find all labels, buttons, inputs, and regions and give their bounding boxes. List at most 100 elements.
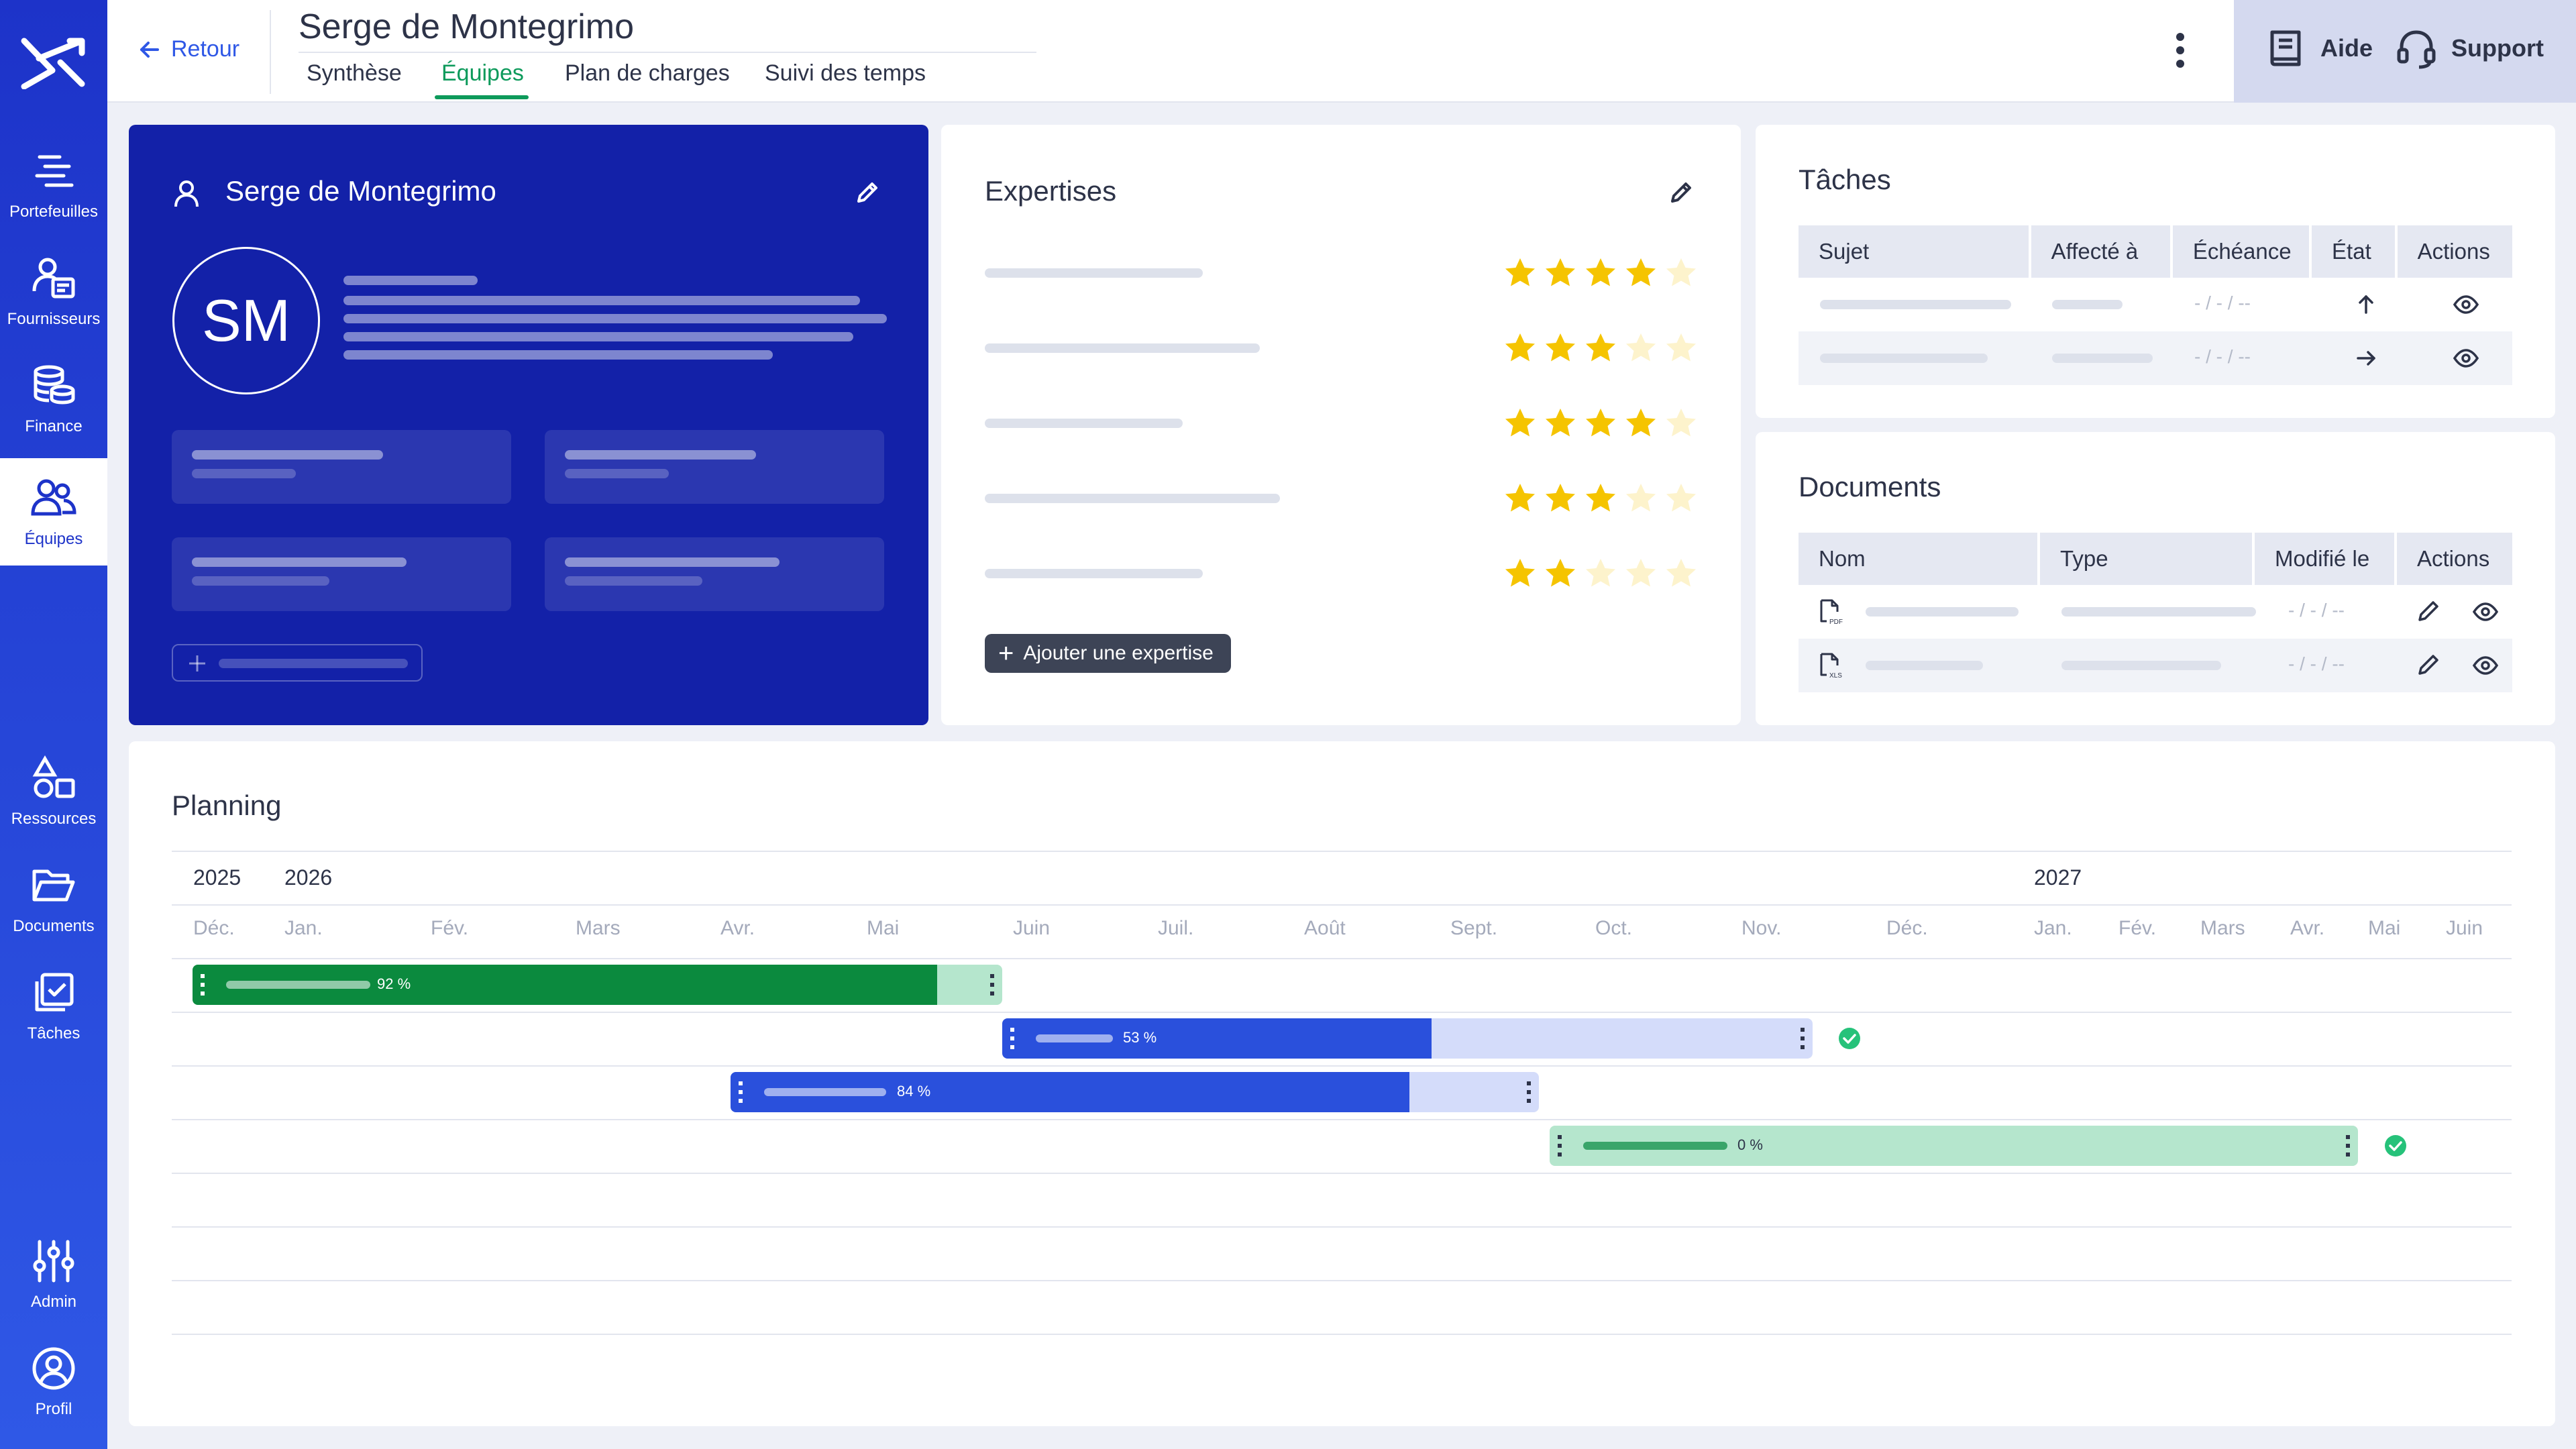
month-label: Sept. <box>1450 917 1498 939</box>
star-filled-icon[interactable] <box>1584 482 1617 515</box>
view-icon[interactable] <box>2472 652 2499 679</box>
column-header-actions[interactable]: Actions <box>2397 225 2512 278</box>
app-logo[interactable] <box>0 0 107 124</box>
add-expertise-button[interactable]: + Ajouter une expertise <box>985 634 1231 673</box>
rating-stars[interactable] <box>1503 331 1705 365</box>
column-header-modifie[interactable]: Modifié le <box>2255 533 2394 585</box>
column-header-affecte[interactable]: Affecté à <box>2031 225 2170 278</box>
star-filled-icon[interactable] <box>1544 407 1577 440</box>
star-empty-icon[interactable] <box>1624 482 1658 515</box>
gantt-bar-end-handle[interactable] <box>1527 1081 1531 1103</box>
star-filled-icon[interactable] <box>1503 557 1537 590</box>
star-empty-icon[interactable] <box>1664 256 1698 290</box>
sidebar-item-label: Fournisseurs <box>7 310 101 328</box>
month-label: Juin <box>1013 917 1051 939</box>
view-icon[interactable] <box>2453 291 2479 318</box>
gantt-bar-start-handle[interactable] <box>201 974 205 996</box>
star-filled-icon[interactable] <box>1584 407 1617 440</box>
tab-equipes[interactable]: Équipes <box>441 60 524 87</box>
month-label: Avr. <box>720 917 755 939</box>
rating-stars[interactable] <box>1503 557 1705 590</box>
star-empty-icon[interactable] <box>1624 557 1658 590</box>
tab-synthese[interactable]: Synthèse <box>307 60 402 87</box>
column-header-type[interactable]: Type <box>2040 533 2252 585</box>
profile-field-box <box>545 537 884 611</box>
star-filled-icon[interactable] <box>1503 256 1537 290</box>
gantt-bar[interactable]: 92 % <box>193 965 1002 1005</box>
star-filled-icon[interactable] <box>1584 331 1617 365</box>
task-due-date: - / - / -- <box>2194 346 2251 367</box>
tab-plan-de-charges[interactable]: Plan de charges <box>565 60 730 87</box>
support-button[interactable]: Support <box>2395 27 2544 70</box>
star-filled-icon[interactable] <box>1503 331 1537 365</box>
column-header-actions[interactable]: Actions <box>2397 533 2512 585</box>
rating-stars[interactable] <box>1503 256 1705 290</box>
pdf-file-icon: PDF <box>1820 599 1843 625</box>
gantt-bar[interactable]: 0 % <box>1550 1126 2358 1166</box>
gantt-bar[interactable]: 53 % <box>1002 1018 1813 1059</box>
star-filled-icon[interactable] <box>1544 557 1577 590</box>
sidebar-item-finance[interactable]: Finance <box>0 345 107 453</box>
star-filled-icon[interactable] <box>1624 256 1658 290</box>
sidebar-item-taches[interactable]: Tâches <box>0 953 107 1060</box>
more-options-icon[interactable] <box>2167 30 2194 70</box>
column-header-echeance[interactable]: Échéance <box>2172 225 2310 278</box>
star-empty-icon[interactable] <box>1664 557 1698 590</box>
star-empty-icon[interactable] <box>1664 331 1698 365</box>
table-row[interactable]: PDF - / - / -- <box>1799 585 2512 639</box>
gantt-bar-start-handle[interactable] <box>1558 1135 1562 1157</box>
star-filled-icon[interactable] <box>1544 482 1577 515</box>
star-empty-icon[interactable] <box>1584 557 1617 590</box>
rating-stars[interactable] <box>1503 482 1705 515</box>
edit-icon[interactable] <box>2414 652 2441 679</box>
gantt-bar-start-handle[interactable] <box>1010 1028 1014 1049</box>
help-button[interactable]: Aide <box>2264 27 2373 70</box>
column-header-sujet[interactable]: Sujet <box>1799 225 2029 278</box>
table-row[interactable]: - / - / -- <box>1799 278 2512 331</box>
back-button[interactable]: Retour <box>138 36 239 62</box>
month-label: Mars <box>576 917 621 939</box>
star-filled-icon[interactable] <box>1624 407 1658 440</box>
month-label: Mai <box>867 917 900 939</box>
add-field-button[interactable] <box>172 644 423 682</box>
column-header-etat[interactable]: État <box>2312 225 2395 278</box>
sidebar-item-equipes[interactable]: Équipes <box>0 458 107 566</box>
star-filled-icon[interactable] <box>1584 256 1617 290</box>
sidebar-item-documents[interactable]: Documents <box>0 845 107 953</box>
tab-suivi-des-temps[interactable]: Suivi des temps <box>765 60 926 87</box>
sidebar-item-portefeuilles[interactable]: Portefeuilles <box>0 131 107 238</box>
sidebar-item-fournisseurs[interactable]: Fournisseurs <box>0 238 107 345</box>
star-empty-icon[interactable] <box>1664 482 1698 515</box>
edit-icon[interactable] <box>2414 598 2441 625</box>
gantt-bar-end-handle[interactable] <box>990 974 994 996</box>
star-filled-icon[interactable] <box>1503 407 1537 440</box>
star-filled-icon[interactable] <box>1544 331 1577 365</box>
month-label: Juin <box>2446 917 2483 939</box>
gantt-bar-start-handle[interactable] <box>739 1081 743 1103</box>
sidebar-item-profil[interactable]: Profil <box>0 1328 107 1436</box>
table-row[interactable]: - / - / -- <box>1799 331 2512 385</box>
grid-line <box>172 1334 2512 1335</box>
view-icon[interactable] <box>2472 598 2499 625</box>
svg-text:XLS: XLS <box>1829 672 1842 679</box>
edit-expertises-icon[interactable] <box>1667 180 1694 207</box>
gantt-bar[interactable]: 84 % <box>731 1072 1539 1112</box>
xls-file-icon: XLS <box>1820 653 1842 679</box>
sidebar-item-admin[interactable]: Admin <box>0 1221 107 1328</box>
edit-profile-icon[interactable] <box>853 180 880 207</box>
star-empty-icon[interactable] <box>1624 331 1658 365</box>
table-row[interactable]: XLS - / - / -- <box>1799 639 2512 692</box>
grid-line <box>172 1012 2512 1013</box>
sidebar-item-ressources[interactable]: Ressources <box>0 738 107 845</box>
star-filled-icon[interactable] <box>1544 256 1577 290</box>
star-empty-icon[interactable] <box>1664 407 1698 440</box>
column-header-nom[interactable]: Nom <box>1799 533 2037 585</box>
check-circle-icon <box>2385 1135 2406 1157</box>
gantt-bar-end-handle[interactable] <box>1801 1028 1805 1049</box>
expertises-card: Expertises + Ajouter une expertise <box>941 125 1741 725</box>
star-filled-icon[interactable] <box>1503 482 1537 515</box>
gantt-bar-end-handle[interactable] <box>2346 1135 2350 1157</box>
view-icon[interactable] <box>2453 345 2479 372</box>
rating-stars[interactable] <box>1503 407 1705 440</box>
folder-icon <box>32 869 75 902</box>
